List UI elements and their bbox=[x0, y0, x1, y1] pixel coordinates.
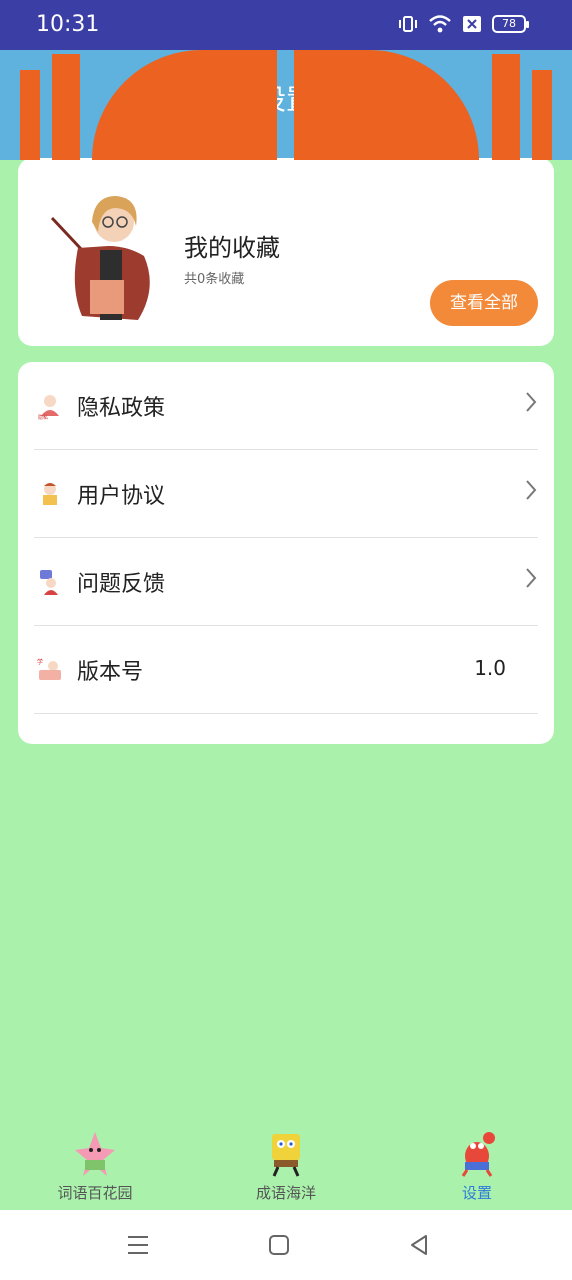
vibrate-icon bbox=[399, 16, 417, 32]
sponge-icon bbox=[272, 1134, 300, 1177]
privacy-icon: 隐私 bbox=[38, 395, 59, 420]
tab-label: 词语百花园 bbox=[57, 1184, 133, 1202]
menu-label: 用户协议 bbox=[77, 484, 166, 509]
status-time: 10:31 bbox=[36, 12, 100, 37]
building-decoration bbox=[92, 50, 277, 160]
settings-menu: 隐私 隐私政策 用户协议 问题反馈 学 版本号 1.0 bbox=[18, 362, 554, 744]
status-bar: 10:31 78 bbox=[0, 0, 572, 50]
tab-word-garden[interactable]: 词语百花园 bbox=[0, 1122, 190, 1210]
home-icon[interactable] bbox=[266, 1232, 292, 1258]
menu-item-privacy-policy[interactable]: 隐私 隐私政策 bbox=[34, 362, 538, 450]
battery-icon: 78 bbox=[492, 15, 529, 33]
tab-settings[interactable]: 设置 bbox=[382, 1122, 572, 1210]
favorites-count: 共0条收藏 bbox=[184, 272, 245, 287]
building-decoration bbox=[492, 54, 520, 160]
favorites-title: 我的收藏 bbox=[184, 234, 280, 262]
menu-icon[interactable] bbox=[125, 1232, 151, 1258]
crab-icon bbox=[461, 1132, 495, 1177]
feedback-icon bbox=[40, 570, 58, 595]
teacher-illustration-icon bbox=[50, 196, 150, 320]
building-decoration bbox=[532, 70, 552, 160]
menu-item-user-agreement[interactable]: 用户协议 bbox=[34, 450, 538, 538]
no-sim-icon bbox=[463, 16, 481, 32]
svg-text:学: 学 bbox=[37, 658, 43, 666]
version-value: 1.0 bbox=[474, 656, 506, 680]
header-banner: 设置 bbox=[0, 50, 572, 160]
menu-item-feedback[interactable]: 问题反馈 bbox=[34, 538, 538, 626]
menu-label: 隐私政策 bbox=[77, 396, 166, 421]
page-title: 设置 bbox=[257, 83, 314, 116]
view-all-button[interactable]: 查看全部 bbox=[430, 280, 538, 326]
chevron-right-icon bbox=[526, 480, 537, 500]
svg-text:隐私: 隐私 bbox=[38, 414, 48, 420]
building-decoration bbox=[52, 54, 80, 160]
status-icons: 78 bbox=[398, 14, 529, 34]
chevron-right-icon bbox=[526, 392, 537, 412]
system-nav-bar bbox=[0, 1210, 572, 1280]
battery-level: 78 bbox=[502, 17, 516, 30]
tab-idiom-ocean[interactable]: 成语海洋 bbox=[191, 1122, 381, 1210]
building-decoration bbox=[20, 70, 40, 160]
menu-label: 版本号 bbox=[77, 660, 144, 685]
starfish-icon bbox=[75, 1132, 115, 1176]
bottom-tab-bar: 词语百花园 成语海洋 设置 bbox=[0, 1122, 572, 1210]
menu-item-version: 学 版本号 1.0 bbox=[34, 626, 538, 714]
agreement-icon bbox=[43, 483, 57, 505]
tab-label: 设置 bbox=[461, 1184, 492, 1202]
tab-label: 成语海洋 bbox=[255, 1184, 316, 1202]
wifi-icon bbox=[429, 15, 451, 33]
favorites-card: 我的收藏 共0条收藏 查看全部 bbox=[18, 158, 554, 346]
menu-label: 问题反馈 bbox=[77, 572, 166, 597]
version-icon: 学 bbox=[37, 658, 61, 680]
back-icon[interactable] bbox=[406, 1232, 432, 1258]
building-decoration bbox=[294, 50, 479, 160]
chevron-right-icon bbox=[526, 568, 537, 588]
